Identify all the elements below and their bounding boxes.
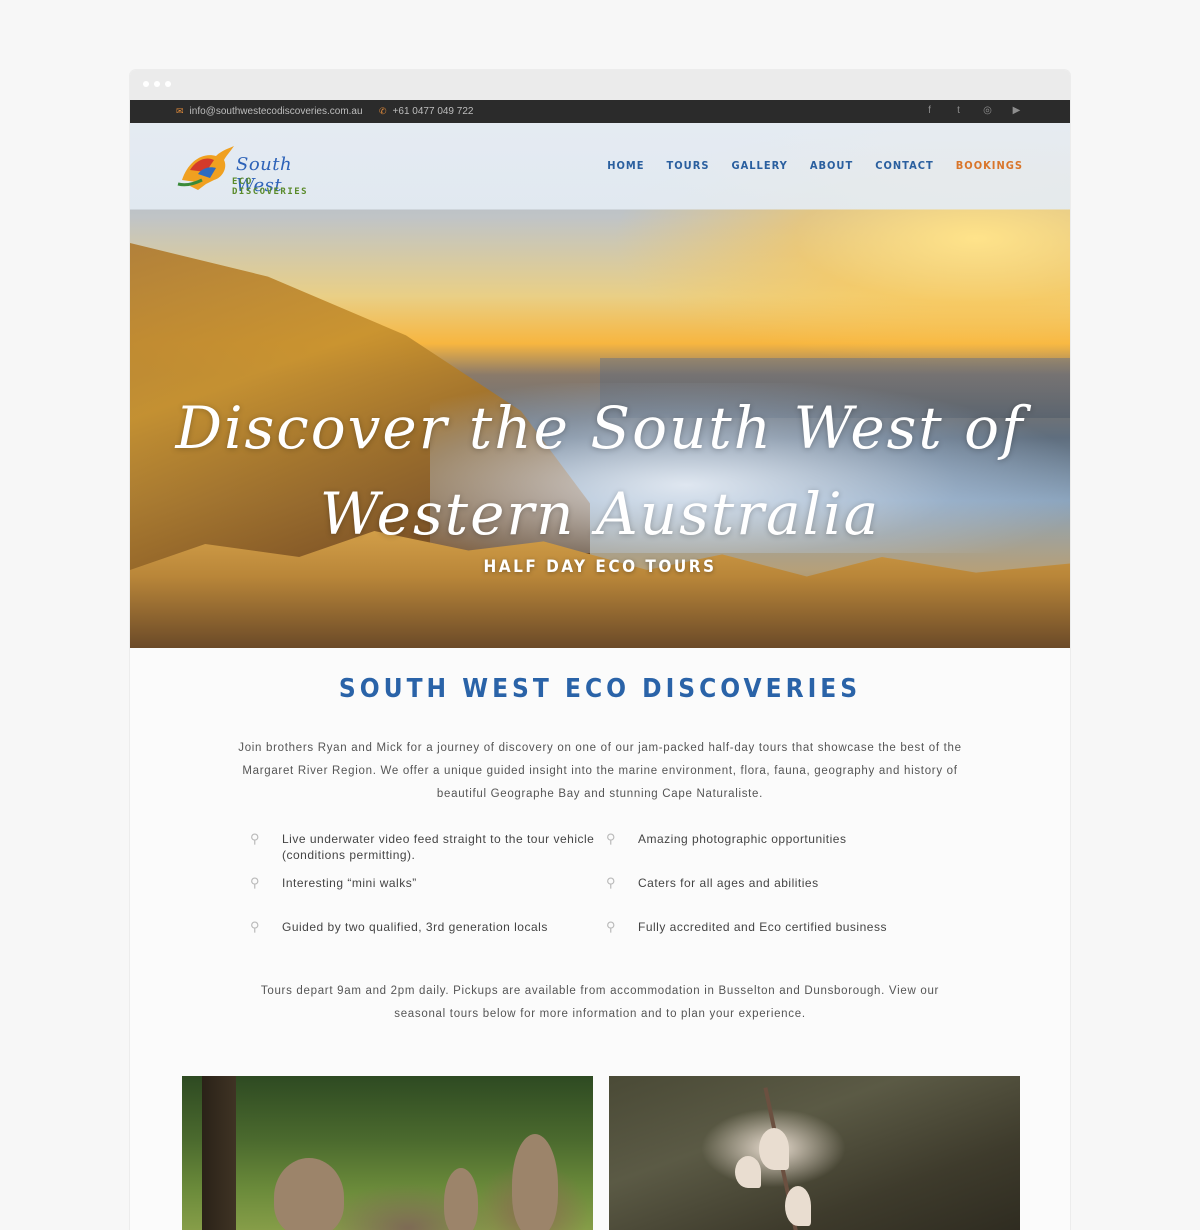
phone-link[interactable]: +61 0477 049 722	[393, 106, 474, 117]
facebook-icon[interactable]: f	[924, 105, 935, 116]
feature-text: Guided by two qualified, 3rd generation …	[282, 920, 548, 934]
nav-contact[interactable]: CONTACT	[875, 159, 934, 172]
map-pin-icon: ⚲	[250, 831, 261, 846]
map-pin-icon: ⚲	[250, 919, 261, 934]
map-pin-icon: ⚲	[250, 875, 261, 890]
map-pin-icon: ⚲	[606, 919, 617, 934]
kangaroo-shape	[444, 1168, 478, 1230]
outro-paragraph: Tours depart 9am and 2pm daily. Pickups …	[260, 985, 940, 1020]
feature-item: ⚲ Amazing photographic opportunities	[606, 831, 956, 847]
main-content: SOUTH WEST ECO DISCOVERIES Join brothers…	[130, 648, 1070, 1230]
flower-petal-shape	[759, 1128, 789, 1170]
hero-title: Discover the South West of Western Austr…	[130, 385, 1070, 557]
hero-title-line1: Discover the South West of	[175, 394, 1025, 462]
feature-item: ⚲ Interesting “mini walks”	[250, 875, 600, 891]
social-links: f t ◎ ▶	[924, 105, 1022, 116]
window-dot-icon[interactable]	[165, 81, 171, 87]
kangaroo-shape	[512, 1134, 558, 1230]
hero-banner: South West ECO DISCOVERIES HOME TOURS GA…	[130, 123, 1070, 648]
window-controls	[143, 81, 171, 87]
main-nav: HOME TOURS GALLERY ABOUT CONTACT BOOKING…	[607, 159, 1023, 172]
feature-item: ⚲ Caters for all ages and abilities	[606, 875, 956, 891]
window-dot-icon[interactable]	[143, 81, 149, 87]
phone-contact[interactable]: ✆ +61 0477 049 722	[379, 106, 473, 117]
nav-about[interactable]: ABOUT	[810, 159, 853, 172]
nav-tours[interactable]: TOURS	[667, 159, 710, 172]
phone-icon: ✆	[379, 106, 387, 116]
site-logo[interactable]: South West ECO DISCOVERIES	[176, 140, 326, 197]
window-dot-icon[interactable]	[154, 81, 160, 87]
feature-text: Interesting “mini walks”	[282, 876, 417, 890]
instagram-icon[interactable]: ◎	[982, 105, 993, 116]
nav-gallery[interactable]: GALLERY	[731, 159, 787, 172]
orchid-tour-photo[interactable]	[609, 1076, 1020, 1230]
feature-text: Amazing photographic opportunities	[638, 832, 847, 846]
kangaroo-tour-photo[interactable]	[182, 1076, 593, 1230]
envelope-icon: ✉	[176, 106, 184, 116]
feature-text: Fully accredited and Eco certified busin…	[638, 920, 887, 934]
intro-paragraph: Join brothers Ryan and Mick for a journe…	[238, 742, 962, 800]
youtube-icon[interactable]: ▶	[1011, 105, 1022, 116]
kangaroo-logo-icon	[177, 146, 234, 190]
hero-subtitle: HALF DAY ECO TOURS	[483, 557, 717, 577]
nav-bookings[interactable]: BOOKINGS	[956, 159, 1023, 172]
email-contact[interactable]: ✉ info@southwestecodiscoveries.com.au	[176, 106, 363, 117]
map-pin-icon: ⚲	[606, 875, 617, 890]
feature-text: Caters for all ages and abilities	[638, 876, 819, 890]
feature-text: Live underwater video feed straight to t…	[282, 832, 595, 862]
kangaroo-shape	[274, 1158, 344, 1230]
contact-topbar: ✉ info@southwestecodiscoveries.com.au ✆ …	[130, 100, 1070, 123]
section-heading: SOUTH WEST ECO DISCOVERIES	[338, 674, 862, 704]
twitter-icon[interactable]: t	[953, 105, 964, 116]
feature-item: ⚲ Guided by two qualified, 3rd generatio…	[250, 919, 600, 935]
feature-item: ⚲ Fully accredited and Eco certified bus…	[606, 919, 956, 935]
hero-title-line2: Western Australia	[319, 480, 881, 548]
nav-home[interactable]: HOME	[607, 159, 644, 172]
logo-line2: ECO DISCOVERIES	[232, 177, 309, 197]
browser-window: ✉ info@southwestecodiscoveries.com.au ✆ …	[130, 70, 1070, 1230]
email-link[interactable]: info@southwestecodiscoveries.com.au	[190, 106, 363, 117]
flower-petal-shape	[785, 1186, 811, 1226]
map-pin-icon: ⚲	[606, 831, 617, 846]
browser-chrome	[130, 70, 1070, 100]
flower-petal-shape	[735, 1156, 761, 1188]
tree-trunk-shape	[202, 1076, 236, 1230]
feature-item: ⚲ Live underwater video feed straight to…	[250, 831, 600, 863]
